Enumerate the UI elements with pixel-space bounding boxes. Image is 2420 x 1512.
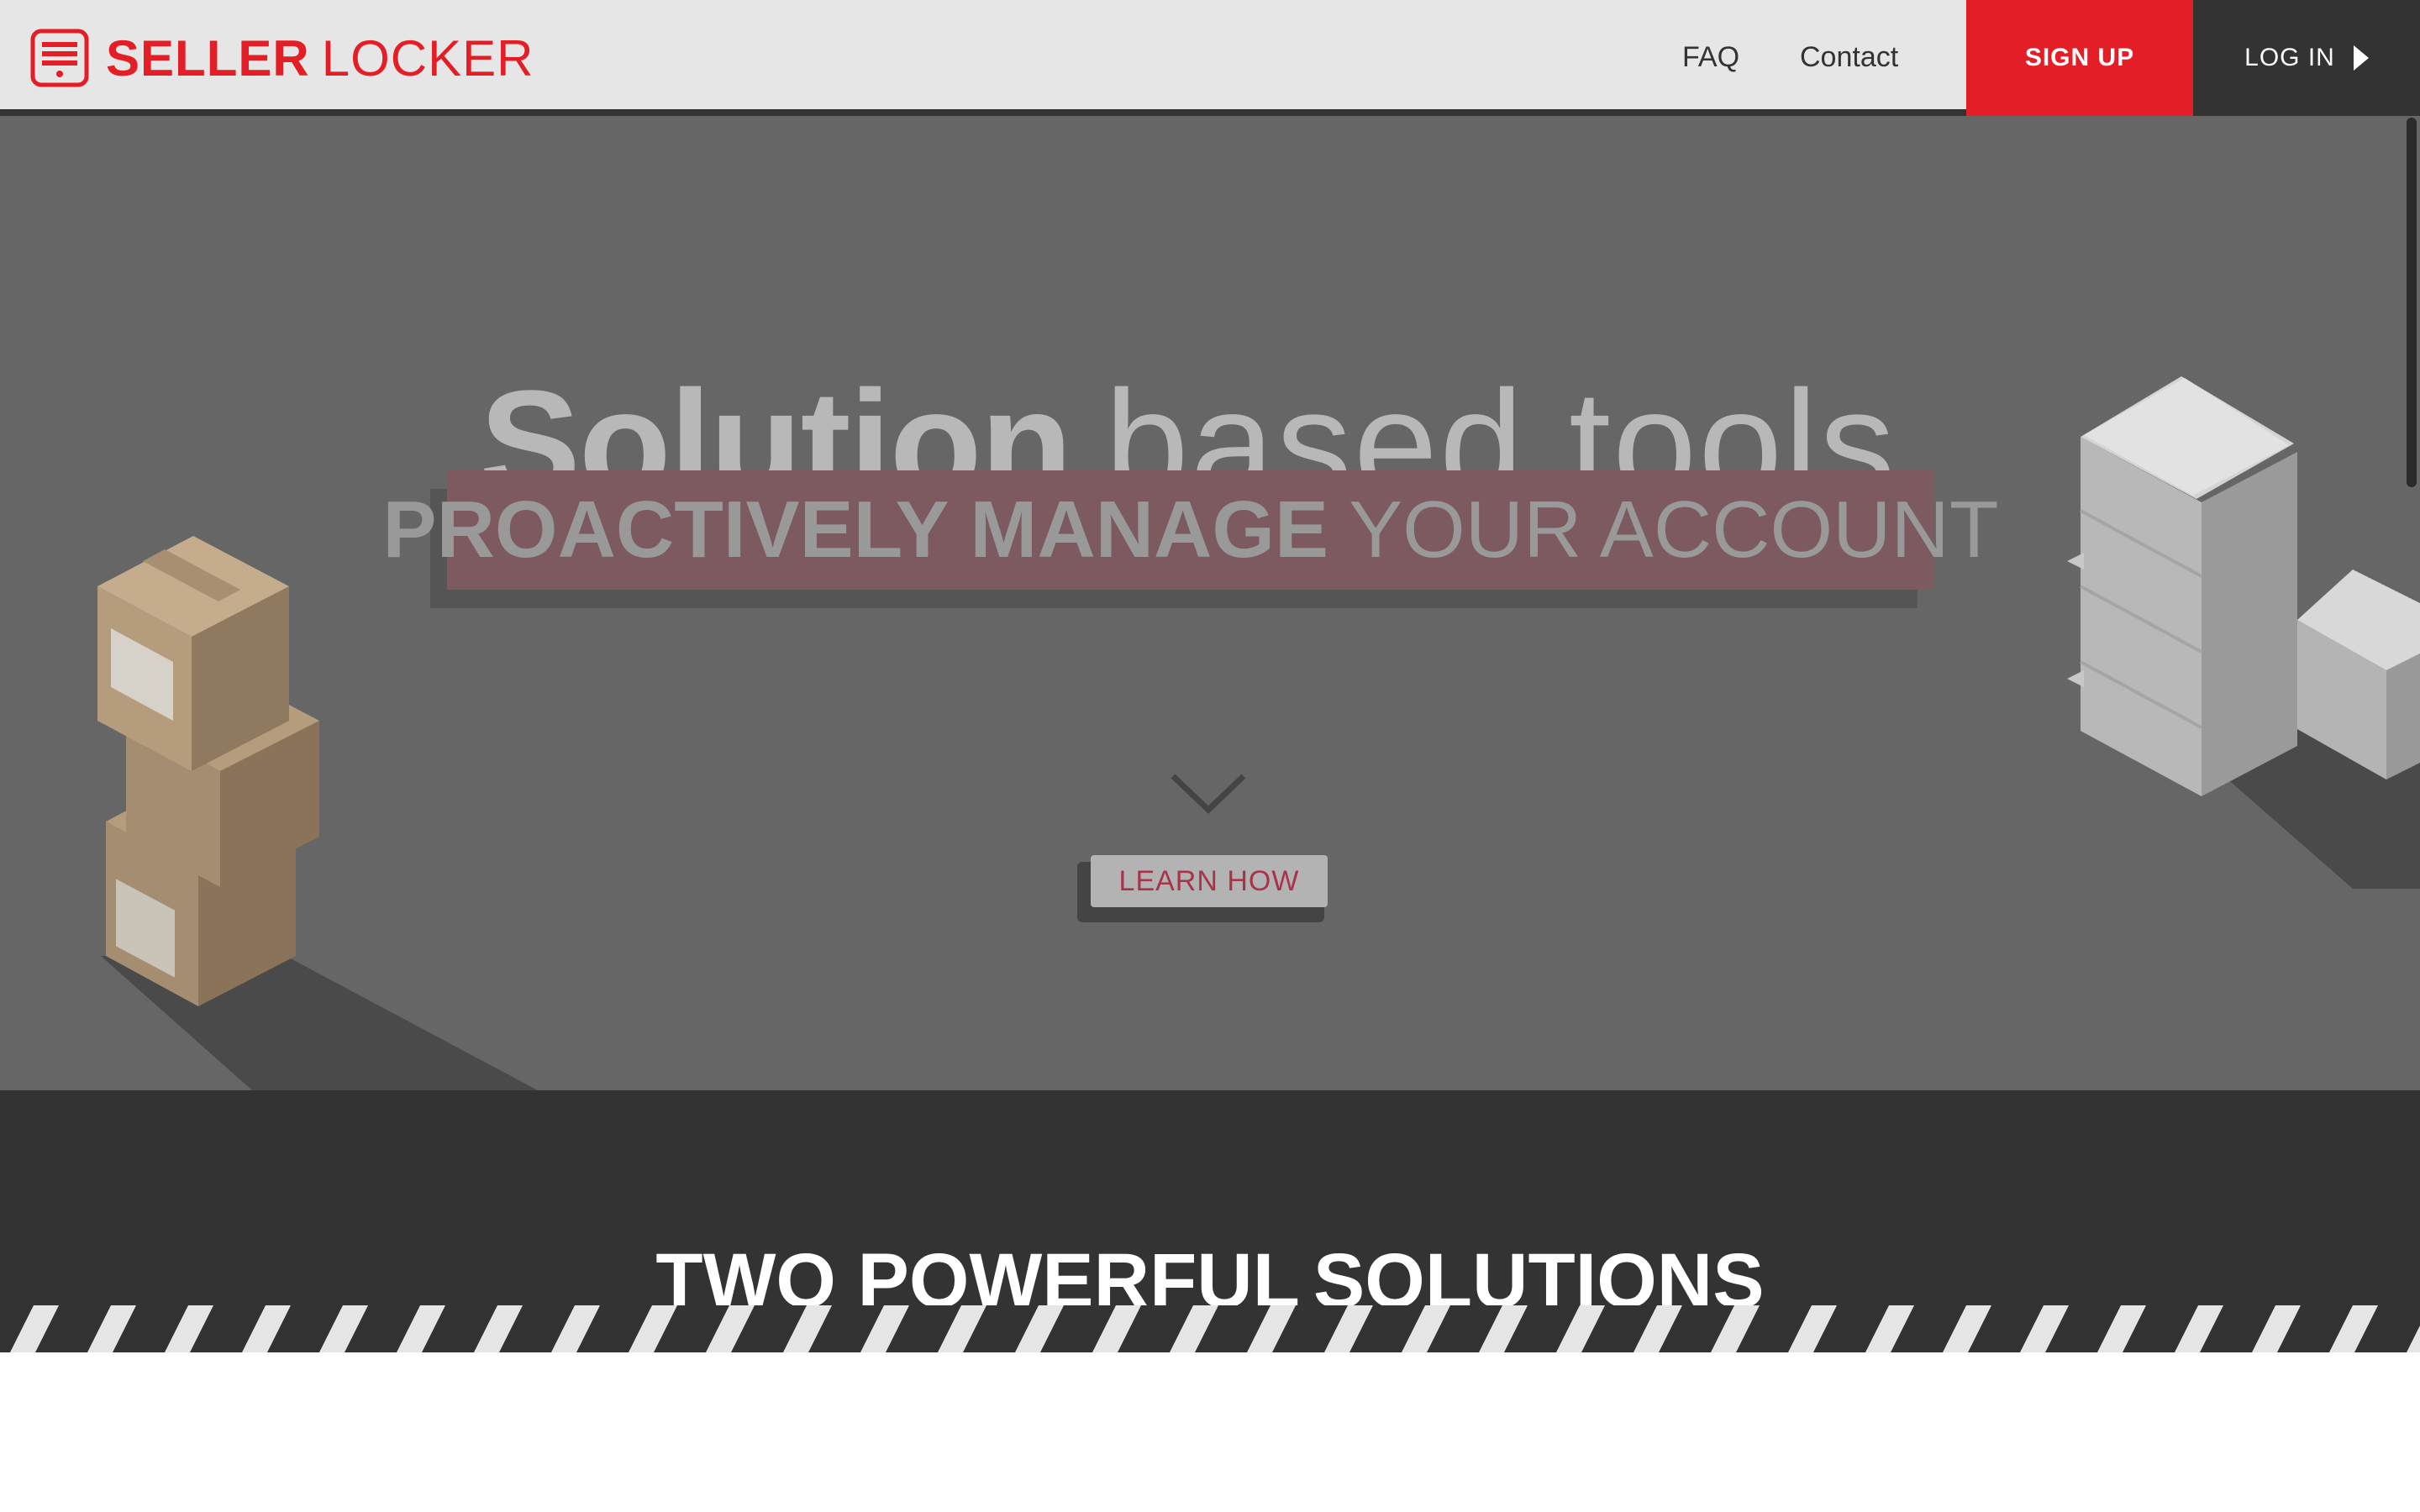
site-header: SELLER LOCKER FAQ Contact SIGN UP LOG IN [0,0,2420,116]
hero-subheadline-banner: PROACTIVELY MANAGE YOUR ACCOUNT [383,470,1998,590]
logo-wordmark: SELLER LOCKER [106,29,534,87]
log-in-label: LOG IN [2244,44,2335,71]
log-in-button[interactable]: LOG IN [2193,0,2420,116]
hazard-stripes-divider [0,1305,2420,1352]
nav-contact-link[interactable]: Contact [1800,39,1898,76]
nav-faq-link[interactable]: FAQ [1682,39,1739,76]
caret-right-icon [2353,45,2369,71]
sign-up-button[interactable]: SIGN UP [1966,0,2193,116]
scrollbar-thumb[interactable] [2407,118,2417,487]
hero-section: Solution based tools. PROACTIVELY MANAGE Y… [0,116,2420,1090]
locker-logo-icon [30,29,89,87]
logo[interactable]: SELLER LOCKER [30,29,534,87]
chevron-down-icon[interactable] [1170,771,1247,815]
learn-how-button[interactable]: LEARN HOW [1091,855,1328,907]
